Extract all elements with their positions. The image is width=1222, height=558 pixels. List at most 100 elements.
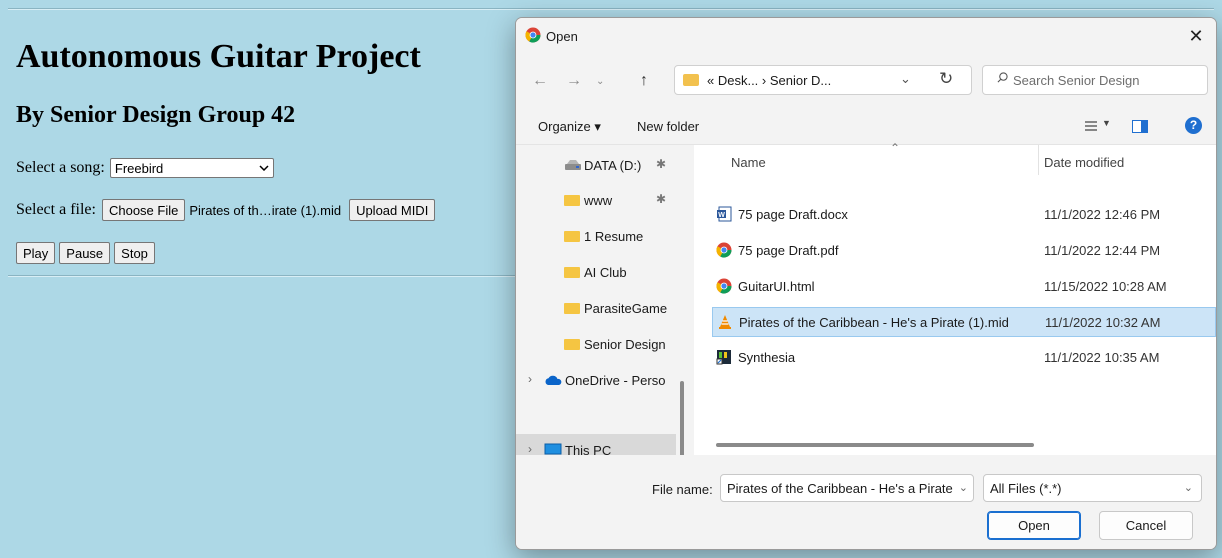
chrome-icon bbox=[716, 278, 732, 294]
file-list-scrollbar[interactable] bbox=[716, 443, 1034, 447]
file-row[interactable]: W 75 page Draft.docx 11/1/2022 12:46 PM bbox=[712, 200, 1216, 230]
file-row[interactable]: GuitarUI.html 11/15/2022 10:28 AM bbox=[712, 272, 1216, 302]
chevron-down-icon bbox=[259, 165, 269, 171]
preview-pane-icon[interactable] bbox=[1132, 120, 1148, 133]
up-arrow-icon[interactable]: ↑ bbox=[640, 72, 648, 90]
search-icon bbox=[997, 72, 1008, 83]
pin-icon: ✱ bbox=[656, 192, 667, 206]
chevron-down-icon: ⌄ bbox=[1183, 482, 1193, 494]
nav-item-label: 1 Resume bbox=[584, 229, 644, 244]
play-button[interactable]: Play bbox=[16, 242, 56, 264]
folder-icon bbox=[564, 195, 580, 206]
page-title: Autonomous Guitar Project bbox=[16, 38, 421, 75]
open-button[interactable]: Open bbox=[987, 511, 1081, 540]
navigation-pane: DATA (D:) ✱ www ✱ 1 Resume AI Club Paras… bbox=[516, 145, 684, 527]
file-date: 11/1/2022 10:32 AM bbox=[1045, 315, 1161, 330]
view-dropdown-icon[interactable]: ▼ bbox=[1102, 118, 1111, 128]
file-name-value: Pirates of the Caribbean - He's a Pirate bbox=[727, 481, 953, 496]
synthesia-shortcut-icon bbox=[716, 350, 731, 365]
vlc-icon bbox=[719, 315, 731, 329]
file-date: 11/1/2022 12:44 PM bbox=[1044, 243, 1161, 258]
dialog-toolbar: Organize ▾ New folder ▼ ? bbox=[516, 110, 1216, 145]
cancel-button[interactable]: Cancel bbox=[1099, 511, 1193, 540]
song-select[interactable]: Freebird bbox=[109, 158, 274, 178]
navigation-bar: ← → ⌄ ↑ « Desk... › Senior D... ⌄ ↻ Sear… bbox=[516, 62, 1216, 102]
upload-midi-button[interactable]: Upload MIDI bbox=[349, 199, 436, 221]
playback-controls: Play Pause Stop bbox=[16, 242, 155, 264]
file-name: 75 page Draft.pdf bbox=[738, 243, 839, 258]
file-type-select[interactable]: All Files (*.*) ⌄ bbox=[983, 474, 1202, 502]
chrome-icon bbox=[525, 27, 541, 43]
drive-icon bbox=[565, 160, 581, 170]
new-folder-button[interactable]: New folder bbox=[637, 119, 699, 134]
file-name: GuitarUI.html bbox=[738, 279, 815, 294]
stop-button[interactable]: Stop bbox=[114, 242, 155, 264]
nav-item-label: AI Club bbox=[584, 265, 627, 280]
close-icon[interactable]: ✕ bbox=[1184, 24, 1208, 48]
chevron-right-icon[interactable]: › bbox=[528, 442, 532, 456]
folder-icon bbox=[564, 267, 580, 278]
nav-item-resume[interactable]: 1 Resume bbox=[516, 220, 676, 252]
nav-item-www[interactable]: www ✱ bbox=[516, 184, 676, 216]
onedrive-icon bbox=[545, 375, 562, 385]
breadcrumb: « Desk... › Senior D... bbox=[707, 73, 832, 88]
chevron-right-icon[interactable]: › bbox=[528, 372, 532, 386]
choose-file-button[interactable]: Choose File bbox=[101, 199, 186, 221]
file-name: Synthesia bbox=[738, 350, 796, 365]
column-header-name[interactable]: Name bbox=[731, 155, 766, 170]
nav-item-data-drive[interactable]: DATA (D:) ✱ bbox=[516, 149, 676, 181]
column-divider[interactable] bbox=[1038, 145, 1039, 175]
sort-ascending-icon: ⌃ bbox=[890, 141, 901, 155]
file-row[interactable]: 75 page Draft.pdf 11/1/2022 12:44 PM bbox=[712, 236, 1216, 266]
svg-text:W: W bbox=[718, 212, 725, 219]
page-subtitle: By Senior Design Group 42 bbox=[16, 102, 296, 128]
nav-item-senior-design[interactable]: Senior Design bbox=[516, 328, 676, 360]
song-select-label: Select a song: bbox=[16, 159, 105, 176]
file-type-value: All Files (*.*) bbox=[990, 481, 1062, 496]
forward-arrow-icon[interactable]: → bbox=[566, 72, 582, 90]
back-arrow-icon[interactable]: ← bbox=[532, 72, 548, 90]
file-date: 11/1/2022 12:46 PM bbox=[1044, 207, 1161, 222]
open-file-dialog: Open ✕ ← → ⌄ ↑ « Desk... › Senior D... ⌄… bbox=[515, 17, 1217, 550]
chevron-down-icon[interactable]: ⌄ bbox=[958, 481, 968, 494]
folder-icon bbox=[564, 339, 580, 350]
nav-item-label: OneDrive - Perso bbox=[565, 373, 666, 388]
search-input[interactable]: Search Senior Design bbox=[982, 65, 1208, 95]
chosen-file-name: Pirates of th…irate (1).mid bbox=[189, 202, 342, 218]
folder-icon bbox=[683, 74, 699, 86]
dialog-title: Open bbox=[546, 29, 578, 44]
file-name-input[interactable]: Pirates of the Caribbean - He's a Pirate… bbox=[720, 474, 974, 502]
dialog-footer: File name: Pirates of the Caribbean - He… bbox=[516, 455, 1216, 549]
folder-icon bbox=[564, 231, 580, 242]
file-row-selected[interactable]: Pirates of the Caribbean - He's a Pirate… bbox=[712, 307, 1216, 337]
nav-item-label: www bbox=[584, 193, 613, 208]
nav-item-label: ParasiteGame bbox=[584, 301, 668, 316]
help-icon[interactable]: ? bbox=[1185, 117, 1202, 134]
organize-menu[interactable]: Organize ▾ bbox=[538, 119, 601, 135]
nav-item-onedrive[interactable]: › OneDrive - Perso bbox=[516, 364, 676, 396]
file-select-label: Select a file: bbox=[16, 201, 96, 218]
view-options-icon[interactable] bbox=[1084, 120, 1098, 132]
file-date: 11/15/2022 10:28 AM bbox=[1044, 279, 1167, 294]
file-row[interactable]: Synthesia 11/1/2022 10:35 AM bbox=[712, 343, 1216, 373]
file-list-pane: ⌃ Name Date modified W 75 page Draft.doc… bbox=[694, 141, 1216, 455]
folder-icon bbox=[564, 303, 580, 314]
nav-item-ai-club[interactable]: AI Club bbox=[516, 256, 676, 288]
pin-icon: ✱ bbox=[656, 157, 667, 171]
column-header-date[interactable]: Date modified bbox=[1044, 155, 1124, 170]
file-name-label: File name: bbox=[652, 482, 713, 497]
file-name: 75 page Draft.docx bbox=[738, 207, 848, 222]
pause-button[interactable]: Pause bbox=[59, 242, 111, 264]
recent-locations-chevron-icon[interactable]: ⌄ bbox=[596, 76, 604, 87]
file-date: 11/1/2022 10:35 AM bbox=[1044, 350, 1160, 365]
top-divider bbox=[8, 8, 1214, 10]
file-select-row: Select a file: Choose File Pirates of th… bbox=[16, 199, 436, 221]
nav-item-label: DATA (D:) bbox=[584, 158, 642, 173]
chrome-icon bbox=[716, 242, 732, 258]
song-select-value: Freebird bbox=[114, 160, 164, 176]
nav-item-parasitegame[interactable]: ParasiteGame bbox=[516, 292, 676, 324]
chevron-down-icon[interactable]: ⌄ bbox=[900, 71, 911, 87]
song-select-row: Select a song: Freebird bbox=[16, 158, 274, 178]
address-bar[interactable]: « Desk... › Senior D... ⌄ ↻ bbox=[674, 65, 972, 95]
refresh-icon[interactable]: ↻ bbox=[939, 69, 953, 89]
